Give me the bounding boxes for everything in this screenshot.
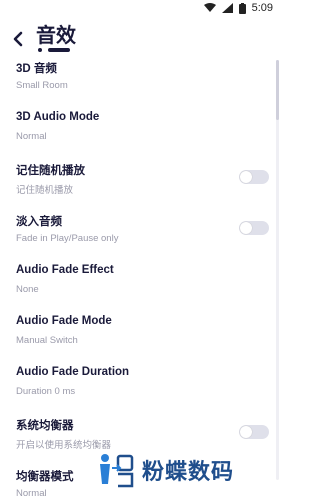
status-time: 5:09: [251, 2, 273, 14]
settings-list: 3D 音频 Small Room 3D Audio Mode Normal 记住…: [0, 58, 281, 500]
setting-title: Audio Fade Effect: [16, 264, 114, 276]
chevron-left-icon: [13, 31, 23, 47]
setting-subtitle: Normal: [16, 131, 47, 142]
setting-subtitle: 开启以使用系统均衡器: [16, 440, 112, 451]
setting-audio-fade-effect[interactable]: Audio Fade Effect None: [0, 262, 281, 313]
scrollbar-thumb[interactable]: [276, 60, 279, 120]
setting-title: Audio Fade Mode: [16, 315, 112, 327]
setting-title: 系统均衡器: [16, 420, 74, 432]
setting-audio-fade-duration[interactable]: Audio Fade Duration Duration 0 ms: [0, 364, 281, 415]
setting-remember-shuffle[interactable]: 记住随机播放 记住随机播放: [0, 160, 281, 211]
title-indicator-dot: [38, 48, 42, 52]
toggle-knob: [240, 171, 252, 183]
back-button[interactable]: [8, 28, 28, 50]
setting-3d-audio-mode[interactable]: 3D Audio Mode Normal: [0, 109, 281, 160]
remember-shuffle-toggle[interactable]: [239, 170, 269, 184]
setting-subtitle: 记住随机播放: [16, 185, 74, 196]
watermark: 粉蝶数码: [96, 450, 234, 490]
setting-subtitle: Duration 0 ms: [16, 386, 76, 397]
setting-title: 3D Audio Mode: [16, 111, 100, 123]
watermark-logo-icon: [100, 454, 134, 488]
setting-title: 记住随机播放: [16, 165, 85, 177]
status-bar: 5:09: [0, 0, 281, 22]
status-icons: 5:09: [203, 2, 273, 14]
watermark-text: 粉蝶数码: [142, 460, 235, 485]
setting-audio-fade-mode[interactable]: Audio Fade Mode Manual Switch: [0, 313, 281, 364]
setting-subtitle: Manual Switch: [16, 335, 78, 346]
setting-subtitle: Normal: [16, 488, 47, 499]
system-equalizer-toggle[interactable]: [239, 425, 269, 439]
title-indicator-bar: [48, 48, 70, 52]
fade-in-audio-toggle[interactable]: [239, 221, 269, 235]
setting-title: 3D 音频: [16, 63, 57, 75]
toggle-knob: [240, 222, 252, 234]
header: 音效: [0, 22, 281, 58]
scrollbar[interactable]: [276, 60, 279, 480]
setting-title: 淡入音频: [16, 216, 62, 228]
setting-subtitle: Small Room: [16, 80, 68, 91]
wifi-icon: [203, 3, 216, 12]
signal-icon: [221, 3, 233, 13]
setting-3d-audio[interactable]: 3D 音频 Small Room: [0, 58, 281, 109]
setting-subtitle: Fade in Play/Pause only: [16, 233, 119, 244]
toggle-knob: [240, 426, 252, 438]
page-title: 音效: [36, 25, 76, 47]
battery-icon: [238, 2, 246, 14]
setting-fade-in-audio[interactable]: 淡入音频 Fade in Play/Pause only: [0, 211, 281, 262]
setting-title: 均衡器模式: [16, 471, 74, 483]
setting-subtitle: None: [16, 284, 39, 295]
setting-title: Audio Fade Duration: [16, 366, 130, 378]
